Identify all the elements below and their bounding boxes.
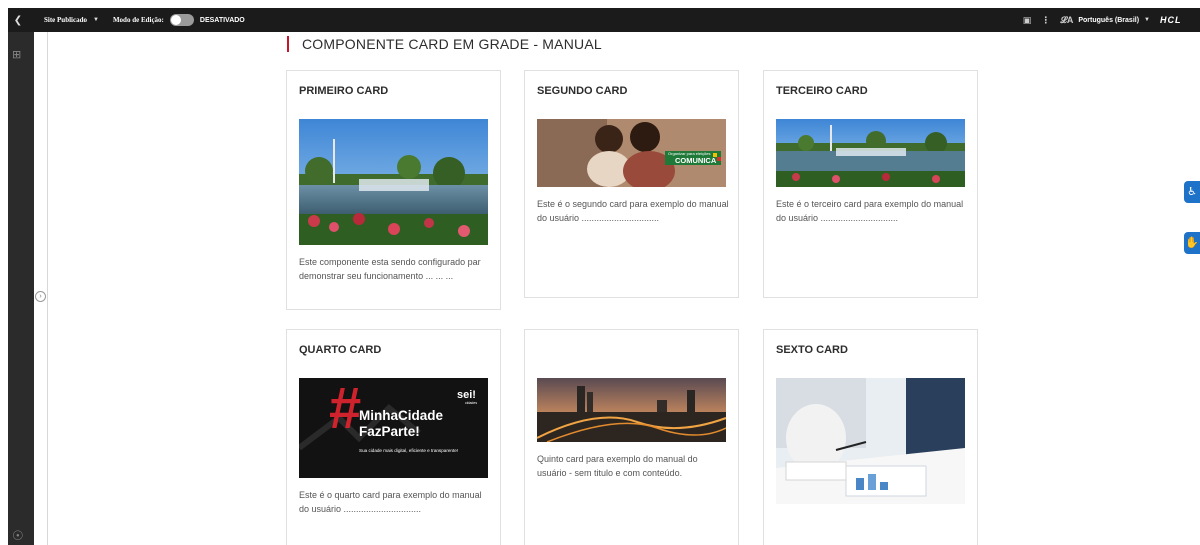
card-title: TERCEIRO CARD bbox=[776, 85, 868, 97]
card-4[interactable]: QUARTO CARD # MinhaCidade FazParte! Sua … bbox=[286, 329, 501, 545]
card-6[interactable]: SEXTO CARD bbox=[763, 329, 978, 545]
sei-logo: sei! bbox=[457, 389, 476, 401]
chevron-down-icon: ▼ bbox=[92, 17, 99, 23]
city-night-photo bbox=[537, 378, 726, 442]
chevron-down-icon: ▼ bbox=[1144, 17, 1150, 23]
hcl-logo: HCL bbox=[1160, 15, 1182, 25]
chevron-left-icon[interactable]: ❮ bbox=[8, 15, 28, 26]
site-selector[interactable]: Site Publicado ▼ bbox=[44, 16, 99, 24]
edit-mode-state: DESATIVADO bbox=[199, 16, 245, 24]
image-badge: COMUNICA bbox=[675, 156, 717, 165]
family-laptop-photo: Organizar para eleições COMUNICA bbox=[537, 119, 726, 187]
minha-cidade-banner: # MinhaCidade FazParte! Sua cidade mais … bbox=[299, 378, 488, 478]
top-toolbar: ❮ Site Publicado ▼ Modo de Edição: DESAT… bbox=[0, 0, 1200, 36]
card-title: SEGUNDO CARD bbox=[537, 85, 628, 97]
card-title: QUARTO CARD bbox=[299, 344, 382, 356]
more-vertical-icon[interactable]: ⋮ bbox=[1041, 15, 1050, 26]
card-5[interactable]: Quinto card para exemplo do manual do us… bbox=[524, 329, 739, 545]
globe-icon[interactable]: ☉ bbox=[12, 528, 24, 544]
card-text: Este componente esta sendo configurado p… bbox=[299, 257, 481, 281]
toolbar-right: ▣ ⋮ 𝓛A Português (Brasil) ▼ HCL bbox=[1023, 15, 1200, 26]
card-title: SEXTO CARD bbox=[776, 344, 848, 356]
title-accent-bar bbox=[287, 36, 289, 52]
banner-subtext: Sua cidade mais digital, eficiente e tra… bbox=[359, 448, 458, 453]
toggle-knob bbox=[170, 15, 181, 25]
site-label: Site Publicado bbox=[44, 16, 87, 24]
card-3[interactable]: TERCEIRO CARD Este é o terceiro card par… bbox=[763, 70, 978, 298]
expand-sidebar-icon[interactable]: › bbox=[35, 291, 46, 302]
page-title: COMPONENTE CARD EM GRADE - MANUAL bbox=[287, 36, 602, 52]
card-title: PRIMEIRO CARD bbox=[299, 85, 389, 97]
card-text: Este é o terceiro card para exemplo do m… bbox=[776, 199, 964, 223]
page-title-text: COMPONENTE CARD EM GRADE - MANUAL bbox=[302, 36, 602, 52]
park-fountain-photo bbox=[776, 119, 965, 187]
card-text: Quinto card para exemplo do manual do us… bbox=[537, 454, 698, 478]
sidebar-panel-edge bbox=[34, 32, 48, 545]
card-text: Este é o quarto card para exemplo do man… bbox=[299, 490, 482, 514]
svg-text:#: # bbox=[329, 378, 361, 441]
accessibility-icon[interactable]: ♿ bbox=[1184, 181, 1200, 203]
toolbar-inner: ❮ Site Publicado ▼ Modo de Edição: DESAT… bbox=[8, 8, 1200, 32]
edit-mode-toggle[interactable] bbox=[169, 14, 194, 26]
card-text: Este é o segundo card para exemplo do ma… bbox=[537, 199, 729, 223]
language-selector[interactable]: 𝓛A Português (Brasil) ▼ bbox=[1060, 15, 1150, 26]
left-rail: ⊞ ☉ bbox=[8, 32, 34, 545]
banner-line-1: MinhaCidade bbox=[359, 408, 443, 423]
park-fountain-photo bbox=[299, 119, 488, 245]
business-charts-photo bbox=[776, 378, 965, 504]
card-2[interactable]: SEGUNDO CARD Organizar para eleições COM… bbox=[524, 70, 739, 298]
calendar-icon[interactable]: ▣ bbox=[1023, 15, 1032, 26]
edit-mode-label: Modo de Edição: bbox=[112, 16, 164, 24]
sign-language-icon[interactable]: ✋ bbox=[1184, 232, 1200, 254]
translate-icon: 𝓛A bbox=[1060, 14, 1074, 25]
banner-line-2: FazParte! bbox=[359, 424, 420, 439]
language-label: Português (Brasil) bbox=[1078, 16, 1140, 24]
add-panel-icon[interactable]: ⊞ bbox=[12, 48, 21, 61]
card-1[interactable]: PRIMEIRO CARD Este componente esta sendo… bbox=[286, 70, 501, 310]
sei-logo-sub: cidades bbox=[465, 401, 477, 405]
